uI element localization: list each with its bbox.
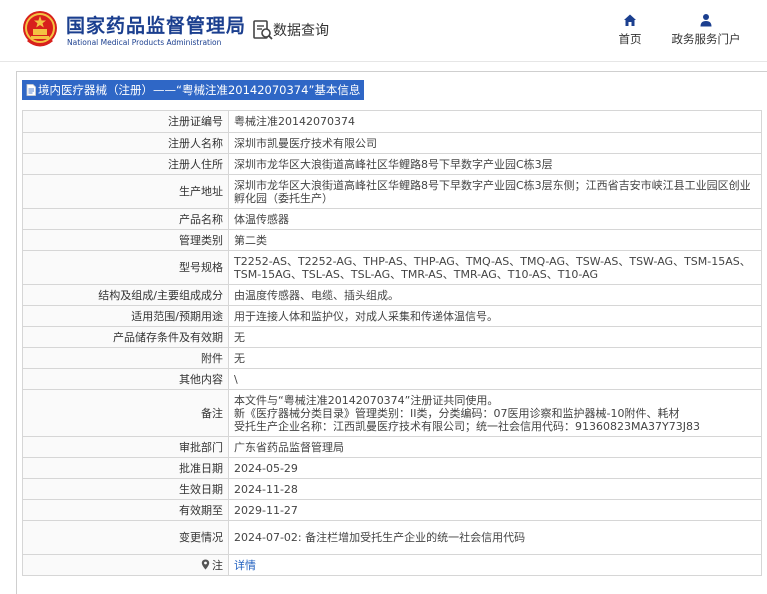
- row-value: 深圳市龙华区大浪街道高峰社区华鲤路8号下早数字产业园C栋3层: [228, 153, 762, 175]
- row-value: 粤械注准20142070374: [228, 110, 762, 133]
- table-row: 产品储存条件及有效期 无: [22, 326, 762, 348]
- row-value: 2024-05-29: [228, 457, 762, 479]
- note-value: 详情: [228, 554, 762, 576]
- table-row: 变更情况 2024-07-02: 备注栏增加受托生产企业的统一社会信用代码: [22, 520, 762, 555]
- row-label: 有效期至: [22, 499, 229, 521]
- row-value: 无: [228, 326, 762, 348]
- row-value: \: [228, 368, 762, 390]
- table-row: 结构及组成/主要组成成分 由温度传感器、电缆、插头组成。: [22, 284, 762, 306]
- row-label: 生效日期: [22, 478, 229, 500]
- table-row: 注册证编号 粤械注准20142070374: [22, 110, 762, 133]
- table-row: 产品名称 体温传感器: [22, 208, 762, 230]
- table-row: 注册人住所 深圳市龙华区大浪街道高峰社区华鲤路8号下早数字产业园C栋3层: [22, 153, 762, 175]
- row-value: T2252-AS、T2252-AG、THP-AS、THP-AG、TMQ-AS、T…: [228, 250, 762, 285]
- national-emblem-icon: [23, 11, 57, 47]
- note-label: 注: [212, 558, 223, 572]
- row-label: 注册证编号: [22, 110, 229, 133]
- row-label: 变更情况: [22, 520, 229, 555]
- document-icon: [26, 84, 36, 96]
- record-title: 境内医疗器械（注册）——“粤械注准20142070374”基本信息: [38, 83, 361, 97]
- row-value: 第二类: [228, 229, 762, 251]
- row-label: 结构及组成/主要组成成分: [22, 284, 229, 306]
- row-label: 附件: [22, 347, 229, 369]
- row-label: 管理类别: [22, 229, 229, 251]
- location-pin-icon: [201, 559, 210, 569]
- table-row: 附件 无: [22, 347, 762, 369]
- row-value: 2024-11-28: [228, 478, 762, 500]
- row-value: 用于连接人体和监护仪，对成人采集和传递体温信号。: [228, 305, 762, 327]
- row-label: 注册人名称: [22, 132, 229, 154]
- row-label: 产品名称: [22, 208, 229, 230]
- row-label: 生产地址: [22, 174, 229, 209]
- row-label: 注册人住所: [22, 153, 229, 175]
- nav-home-label: 首页: [618, 32, 642, 46]
- table-row: 有效期至 2029-11-27: [22, 499, 762, 521]
- brand-name-en: National Medical Products Administration: [67, 38, 222, 47]
- row-label: 其他内容: [22, 368, 229, 390]
- row-label: 型号规格: [22, 250, 229, 285]
- data-query-icon: [253, 20, 273, 40]
- remarks-line: 新《医疗器械分类目录》管理类别：II类，分类编码：07医用诊察和监护器械-10附…: [234, 406, 680, 420]
- brand-name-cn: 国家药品监督管理局: [66, 15, 247, 37]
- table-row: 备注 本文件与“粤械注准20142070374”注册证共同使用。 新《医疗器械分…: [22, 389, 762, 437]
- nav-home[interactable]: 首页: [612, 13, 648, 47]
- row-value: 由温度传感器、电缆、插头组成。: [228, 284, 762, 306]
- row-value: 无: [228, 347, 762, 369]
- row-label: 批准日期: [22, 457, 229, 479]
- row-value: 2029-11-27: [228, 499, 762, 521]
- table-row: 注 详情: [22, 554, 762, 576]
- table-row: 适用范围/预期用途 用于连接人体和监护仪，对成人采集和传递体温信号。: [22, 305, 762, 327]
- nav-gov-service[interactable]: 政务服务门户: [665, 13, 747, 47]
- row-label: 备注: [22, 389, 229, 437]
- user-icon: [700, 14, 712, 27]
- row-value: 深圳市龙华区大浪街道高峰社区华鲤路8号下早数字产业园C栋3层东侧；江西省吉安市峡…: [228, 174, 762, 209]
- device-info-table: 注册证编号 粤械注准20142070374 注册人名称 深圳市凯曼医疗技术有限公…: [22, 110, 762, 576]
- row-value: 广东省药品监督管理局: [228, 436, 762, 458]
- table-row: 型号规格 T2252-AS、T2252-AG、THP-AS、THP-AG、TMQ…: [22, 250, 762, 285]
- row-value: 体温传感器: [228, 208, 762, 230]
- table-row: 生产地址 深圳市龙华区大浪街道高峰社区华鲤路8号下早数字产业园C栋3层东侧；江西…: [22, 174, 762, 209]
- note-label-cell: 注: [22, 554, 229, 576]
- record-title-bar: 境内医疗器械（注册）——“粤械注准20142070374”基本信息: [22, 80, 365, 100]
- table-row: 管理类别 第二类: [22, 229, 762, 251]
- table-row: 批准日期 2024-05-29: [22, 457, 762, 479]
- row-label: 适用范围/预期用途: [22, 305, 229, 327]
- remarks-value: 本文件与“粤械注准20142070374”注册证共同使用。 新《医疗器械分类目录…: [228, 389, 762, 437]
- table-row: 注册人名称 深圳市凯曼医疗技术有限公司: [22, 132, 762, 154]
- nav-gov-service-label: 政务服务门户: [671, 32, 741, 46]
- table-row: 生效日期 2024-11-28: [22, 478, 762, 500]
- home-icon: [624, 14, 636, 26]
- table-row: 审批部门 广东省药品监督管理局: [22, 436, 762, 458]
- row-label: 审批部门: [22, 436, 229, 458]
- row-value: 2024-07-02: 备注栏增加受托生产企业的统一社会信用代码: [228, 520, 762, 555]
- remarks-line: 受托生产企业名称：江西凯曼医疗技术有限公司；统一社会信用代码：91360823M…: [234, 419, 700, 433]
- row-value: 深圳市凯曼医疗技术有限公司: [228, 132, 762, 154]
- remarks-line: 本文件与“粤械注准20142070374”注册证共同使用。: [234, 393, 499, 407]
- data-query-label[interactable]: 数据查询: [273, 20, 329, 40]
- site-header: 国家药品监督管理局 National Medical Products Admi…: [0, 0, 767, 62]
- table-row: 其他内容 \: [22, 368, 762, 390]
- row-label: 产品储存条件及有效期: [22, 326, 229, 348]
- details-link[interactable]: 详情: [234, 559, 256, 572]
